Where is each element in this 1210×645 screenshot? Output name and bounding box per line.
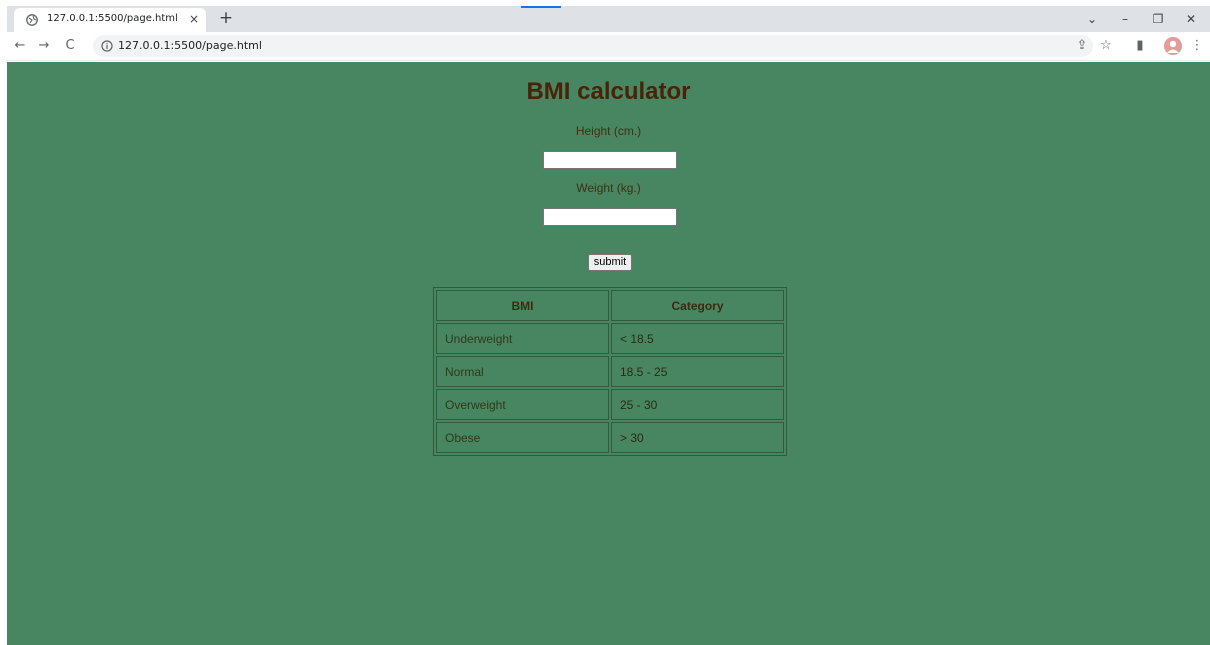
table-cell: > 30: [611, 422, 784, 453]
page-title: BMI calculator: [526, 78, 691, 105]
forward-button[interactable]: →: [35, 37, 53, 55]
tab-title: 127.0.0.1:5500/page.html: [47, 13, 178, 24]
table-row: Underweight < 18.5: [436, 323, 784, 354]
tab-bar: 127.0.0.1:5500/page.html × + ⌄ – ❐ ✕: [7, 6, 1210, 32]
address-bar[interactable]: 127.0.0.1:5500/page.html: [93, 35, 1093, 57]
tab-search-icon[interactable]: ⌄: [1082, 9, 1102, 29]
tab-close-icon[interactable]: ×: [189, 12, 199, 26]
table-cell: Underweight: [436, 323, 609, 354]
side-panel-icon[interactable]: ▮: [1131, 37, 1149, 55]
bookmark-star-icon[interactable]: ☆: [1097, 37, 1115, 55]
table-cell: Normal: [436, 356, 609, 387]
height-input[interactable]: [543, 151, 677, 169]
browser-toolbar: ← → C 127.0.0.1:5500/page.html ⇪ ☆ ▮ ⋮: [7, 32, 1210, 61]
close-window-button[interactable]: ✕: [1181, 9, 1201, 29]
minimize-button[interactable]: –: [1115, 9, 1135, 29]
table-row: Overweight 25 - 30: [436, 389, 784, 420]
column-header-bmi: BMI: [436, 290, 609, 321]
info-icon[interactable]: [101, 40, 113, 52]
new-tab-button[interactable]: +: [216, 8, 236, 28]
avatar-icon: [1164, 37, 1182, 55]
table-row: Normal 18.5 - 25: [436, 356, 784, 387]
reload-button[interactable]: C: [61, 37, 79, 55]
loading-indicator: [521, 6, 561, 8]
share-icon[interactable]: ⇪: [1073, 37, 1091, 55]
weight-label: Weight (kg.): [576, 181, 641, 195]
browser-menu-icon[interactable]: ⋮: [1188, 37, 1206, 55]
back-button[interactable]: ←: [11, 37, 29, 55]
height-label: Height (cm.): [575, 124, 642, 138]
table-cell: 18.5 - 25: [611, 356, 784, 387]
browser-window: 127.0.0.1:5500/page.html × + ⌄ – ❐ ✕ ← →…: [0, 0, 1210, 645]
table-header-row: BMI Category: [436, 290, 784, 321]
table-cell: < 18.5: [611, 323, 784, 354]
weight-input[interactable]: [543, 208, 677, 226]
url-text: 127.0.0.1:5500/page.html: [118, 39, 262, 52]
globe-icon: [26, 14, 38, 26]
restore-button[interactable]: ❐: [1148, 9, 1168, 29]
browser-tab[interactable]: 127.0.0.1:5500/page.html ×: [14, 8, 206, 32]
column-header-category: Category: [611, 290, 784, 321]
table-row: Obese > 30: [436, 422, 784, 453]
bmi-category-table: BMI Category Underweight < 18.5 Normal 1…: [433, 287, 787, 456]
profile-avatar[interactable]: [1164, 37, 1182, 55]
table-cell: Obese: [436, 422, 609, 453]
page-viewport: BMI calculator Height (cm.) Weight (kg.)…: [7, 62, 1210, 645]
table-cell: 25 - 30: [611, 389, 784, 420]
table-cell: Overweight: [436, 389, 609, 420]
submit-button[interactable]: submit: [588, 254, 632, 271]
